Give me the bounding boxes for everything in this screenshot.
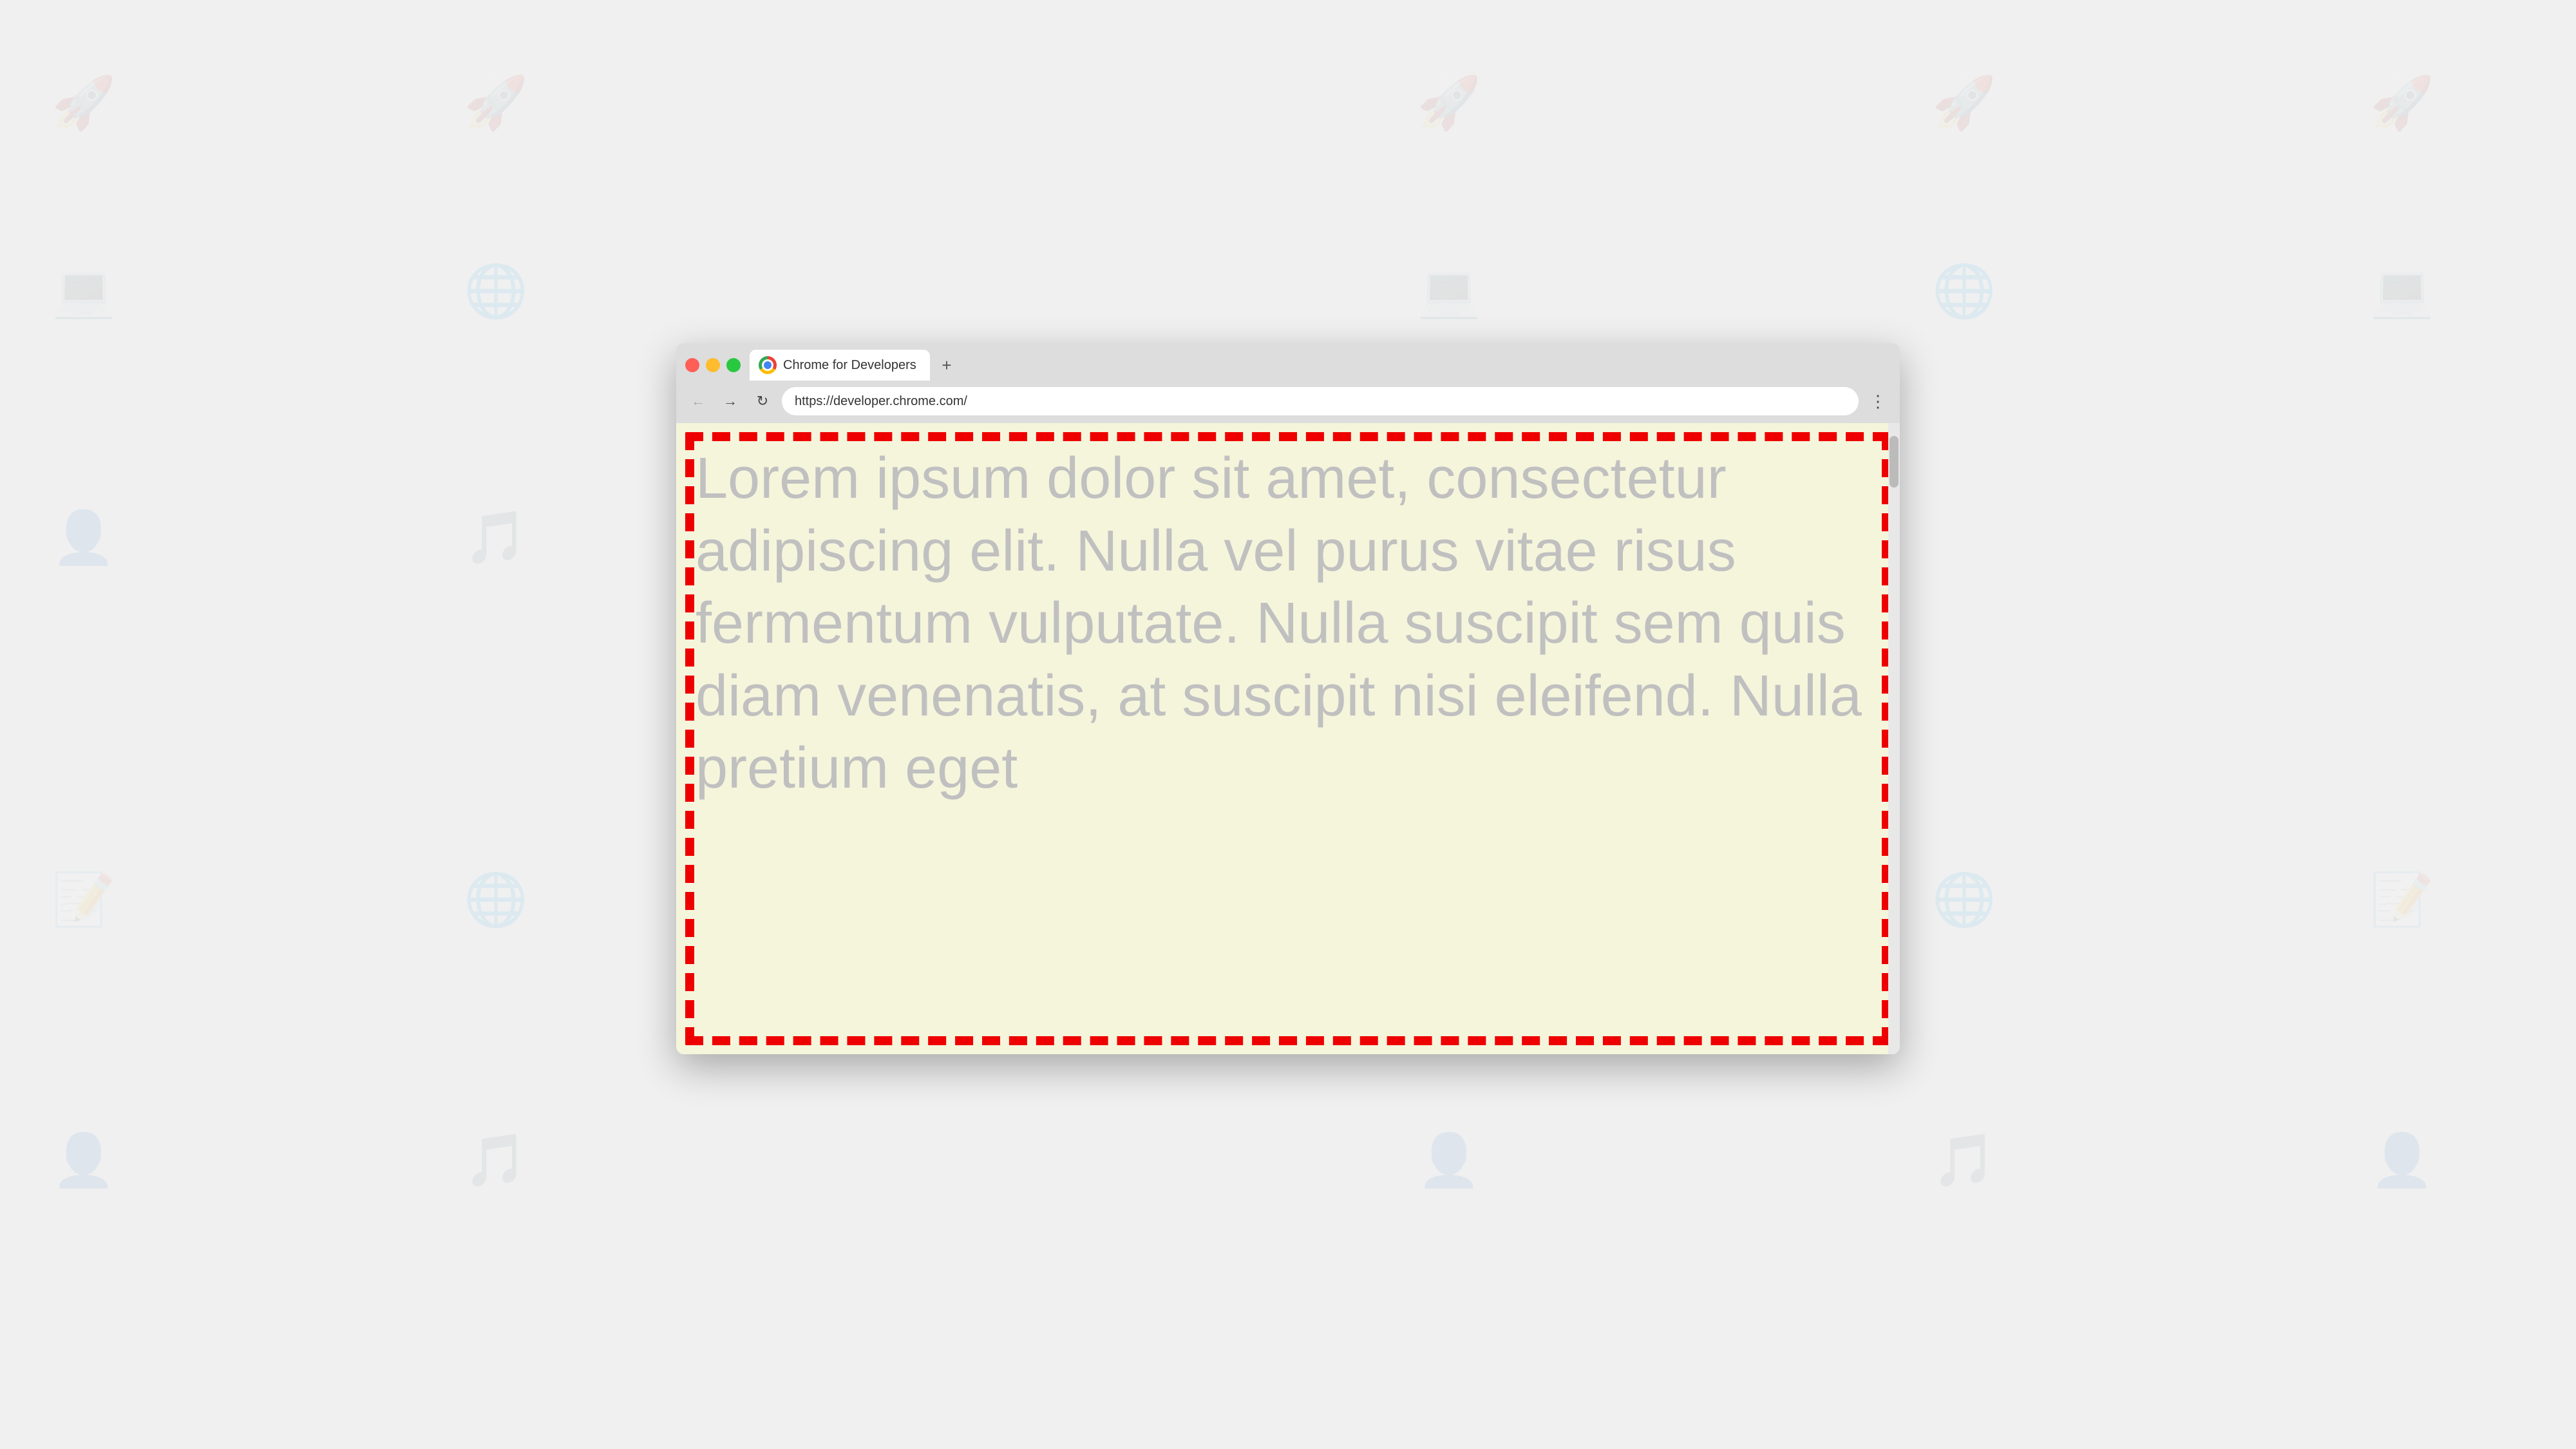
- active-tab[interactable]: Chrome for Developers: [750, 350, 930, 381]
- tab-title: Chrome for Developers: [783, 358, 918, 373]
- back-icon: ←: [691, 393, 705, 410]
- minimize-button[interactable]: [706, 358, 720, 372]
- forward-button[interactable]: →: [717, 388, 743, 414]
- lorem-text: Lorem ipsum dolor sit amet, consectetur …: [696, 442, 1880, 805]
- browser-window: Chrome for Developers + ← → ↻ ⋮: [676, 343, 1900, 1054]
- tab-bar: Chrome for Developers +: [676, 343, 1900, 381]
- browser-menu-button[interactable]: ⋮: [1865, 388, 1891, 414]
- scrollbar-thumb[interactable]: [1889, 436, 1899, 488]
- refresh-icon: ↻: [757, 393, 768, 410]
- back-button[interactable]: ←: [685, 388, 711, 414]
- address-input[interactable]: [782, 387, 1859, 415]
- new-tab-button[interactable]: +: [935, 354, 958, 377]
- close-button[interactable]: [685, 358, 699, 372]
- scrollbar-track[interactable]: [1888, 423, 1900, 1054]
- window-controls: [685, 358, 741, 372]
- refresh-button[interactable]: ↻: [750, 388, 775, 414]
- tab-favicon: [759, 356, 777, 374]
- title-bar: Chrome for Developers + ← → ↻ ⋮: [676, 343, 1900, 423]
- page-content: Lorem ipsum dolor sit amet, consectetur …: [676, 423, 1900, 1054]
- menu-icon: ⋮: [1870, 392, 1886, 412]
- forward-icon: →: [723, 393, 737, 410]
- maximize-button[interactable]: [726, 358, 741, 372]
- address-bar-row: ← → ↻ ⋮: [676, 381, 1900, 423]
